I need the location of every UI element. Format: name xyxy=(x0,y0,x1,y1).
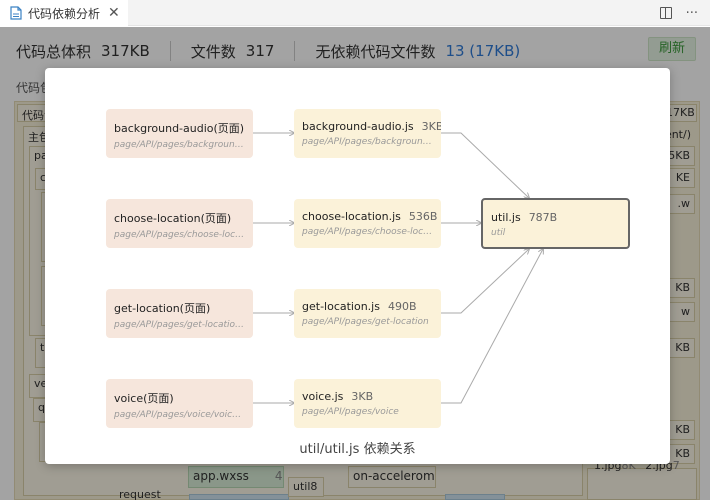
file-node-voice-js[interactable]: voice.js 3KB page/API/pages/voice xyxy=(294,379,441,428)
edge-file-4 xyxy=(441,249,543,404)
tab-dependency-analysis[interactable]: 代码依赖分析 ✕ xyxy=(0,0,128,26)
tab-bar: 代码依赖分析 ✕ ··· xyxy=(0,0,710,26)
page-node-background-audio[interactable]: background-audio(页面) page/API/pages/back… xyxy=(106,109,253,158)
file-node-choose-location-js[interactable]: choose-location.js 536B page/API/pages/ch… xyxy=(294,199,441,248)
tab-actions: ··· xyxy=(659,0,698,26)
target-node-util-js[interactable]: util.js 787B util xyxy=(481,198,630,249)
more-actions-icon[interactable]: ··· xyxy=(686,6,698,21)
edge-file-1 xyxy=(441,132,529,198)
page-node-get-location[interactable]: get-location(页面) page/API/pages/get-loca… xyxy=(106,289,253,338)
tab-title: 代码依赖分析 xyxy=(28,6,101,21)
edge-file-3 xyxy=(441,249,529,314)
page-node-choose-location[interactable]: choose-location(页面) page/API/pages/choos… xyxy=(106,199,253,248)
file-node-get-location-js[interactable]: get-location.js 490B page/API/pages/get-l… xyxy=(294,289,441,338)
close-icon[interactable]: ✕ xyxy=(108,5,120,21)
page-node-voice[interactable]: voice(页面) page/API/pages/voice/voice.jso… xyxy=(106,379,253,428)
split-editor-icon[interactable] xyxy=(659,7,672,19)
file-node-background-audio-js[interactable]: background-audio.js 3KB page/API/pages/ba… xyxy=(294,109,441,158)
modal-caption: util/util.js 依赖关系 xyxy=(299,442,416,457)
file-icon xyxy=(10,6,22,20)
dependency-graph-modal: background-audio(页面) page/API/pages/back… xyxy=(45,68,670,464)
